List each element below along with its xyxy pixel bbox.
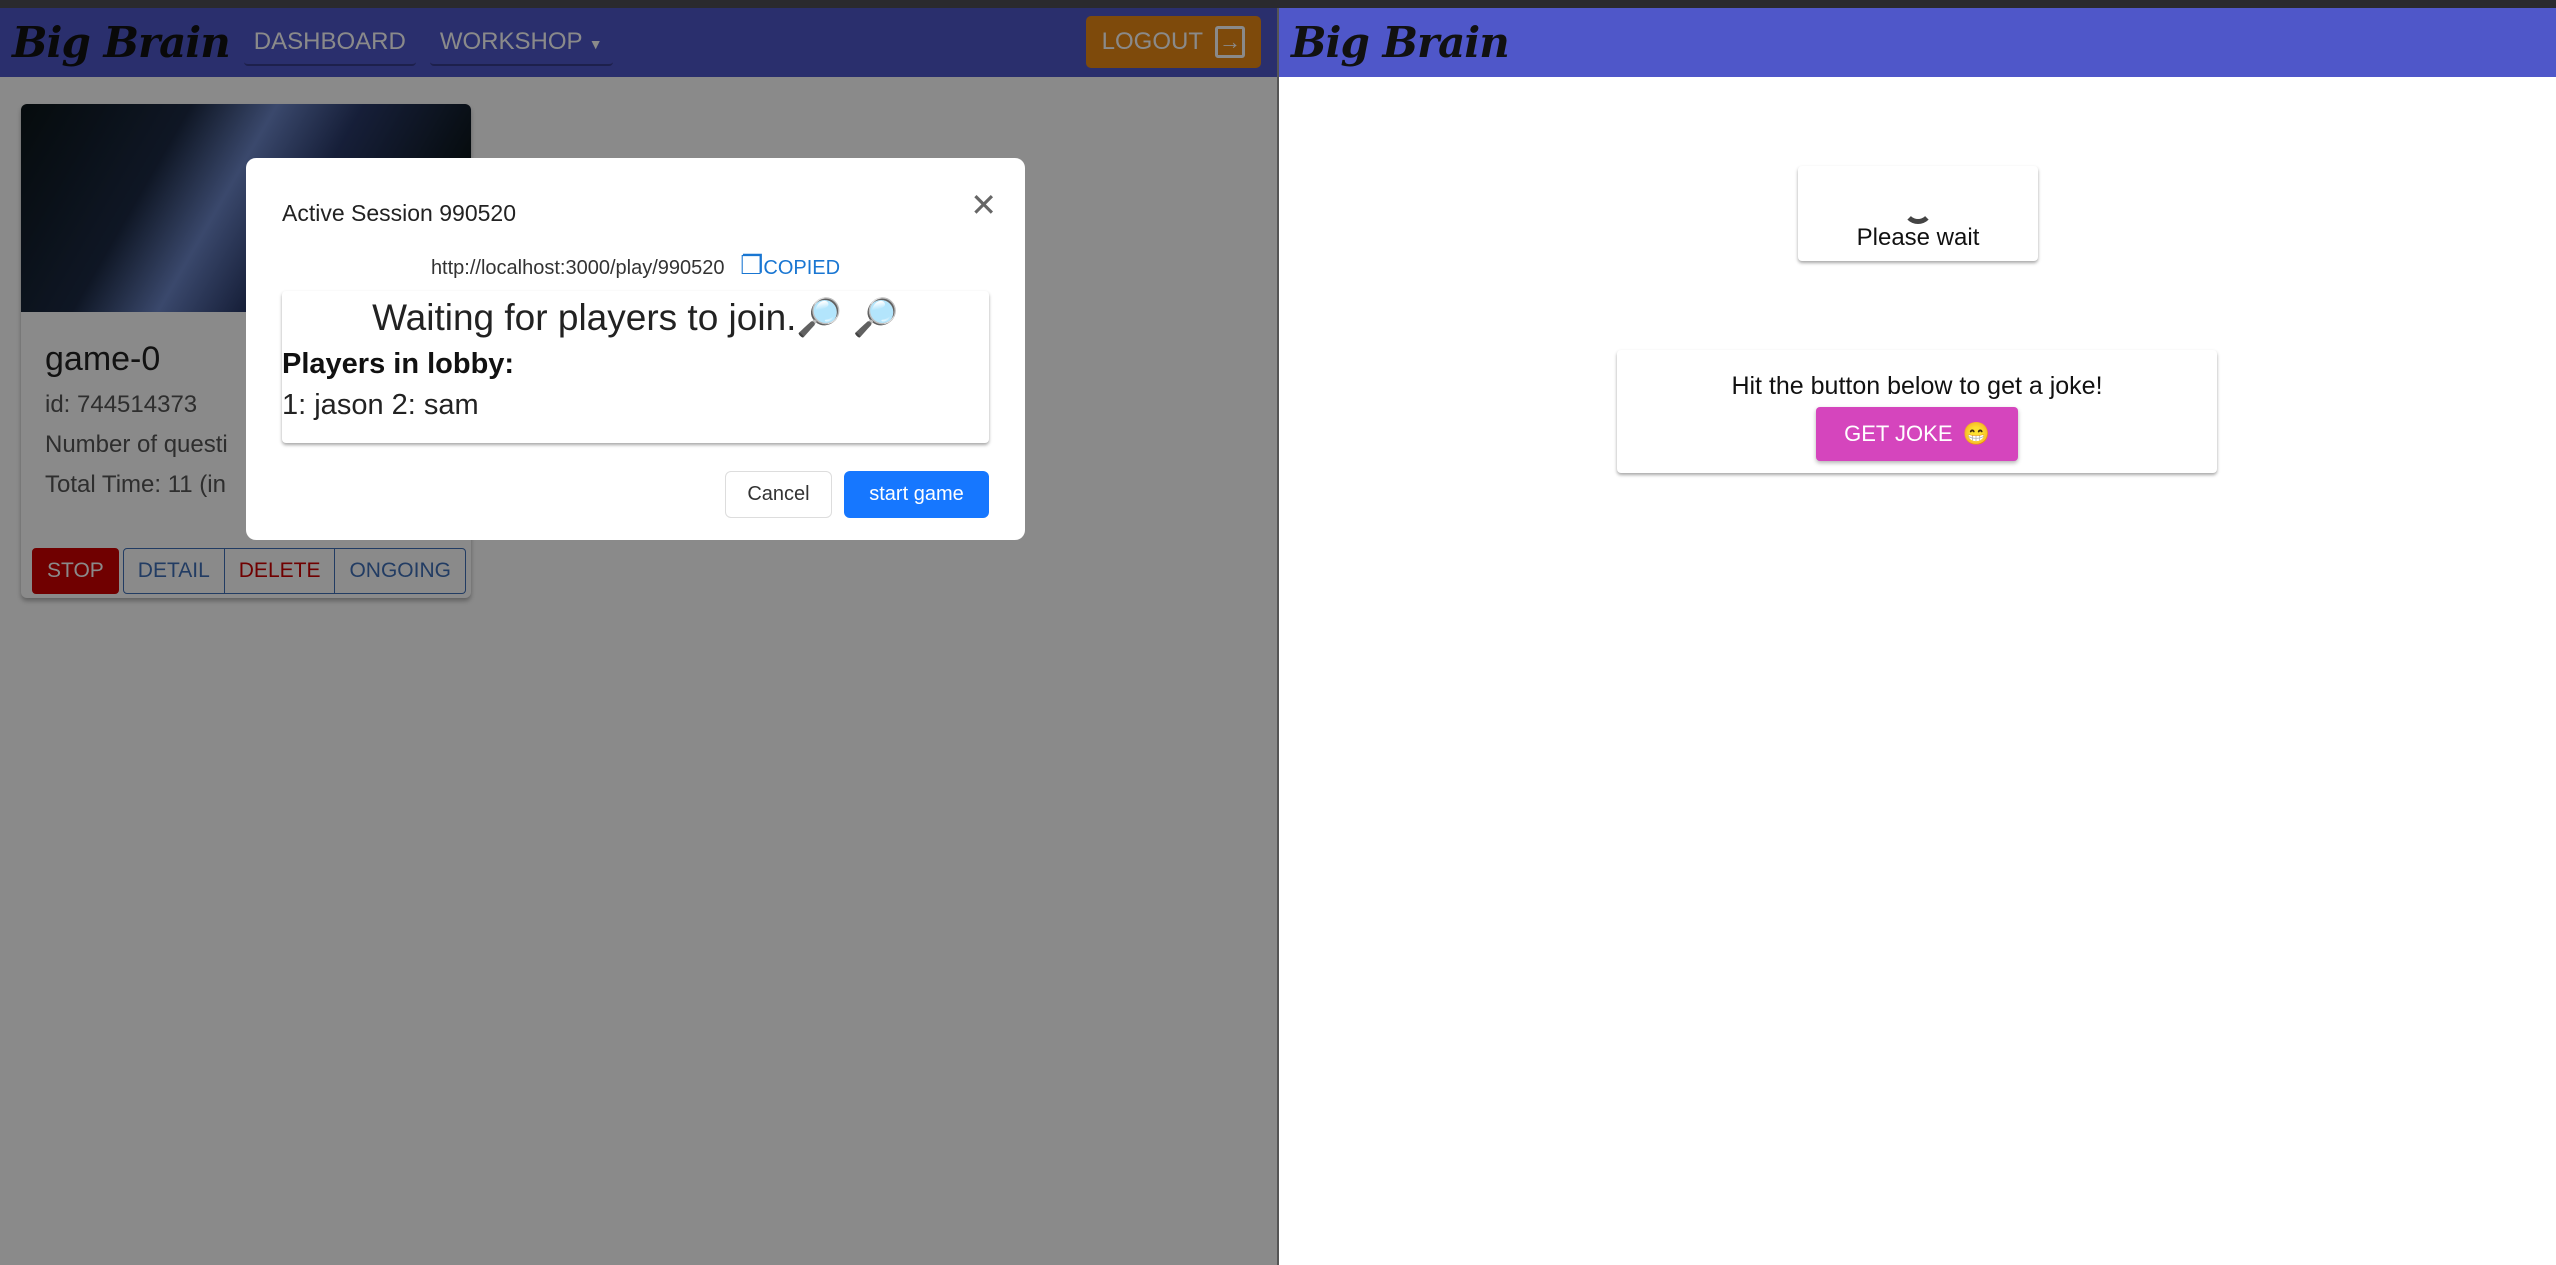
cancel-button[interactable]: Cancel	[725, 471, 832, 518]
lobby-panel: Waiting for players to join.🔎 🔎 Players …	[282, 291, 989, 443]
admin-window: Big Brain DASHBOARD WORKSHOP ▼ LOGOUT → g…	[0, 8, 1277, 1265]
start-game-button[interactable]: start game	[844, 471, 989, 518]
joke-card: Hit the button below to get a joke! GET …	[1617, 350, 2217, 473]
copied-label: COPIED	[763, 257, 841, 279]
session-url: http://localhost:3000/play/990520	[430, 257, 725, 279]
close-icon[interactable]: ✕	[970, 186, 997, 224]
player-window: Big Brain Please wait Hit the button bel…	[1277, 8, 2556, 1265]
waiting-text: Waiting for players to join.🔎 🔎	[372, 297, 899, 338]
spinner-icon	[1903, 194, 1933, 224]
grin-emoji-icon: 😁	[1962, 421, 1990, 446]
players-list: 1: jason 2: sam	[282, 389, 479, 421]
copy-button[interactable]: ❐COPIED	[740, 250, 841, 280]
modal-title: Active Session 990520	[282, 200, 516, 226]
logo: Big Brain	[1291, 18, 1510, 67]
get-joke-label: GET JOKE	[1844, 421, 1953, 446]
browser-top-strip	[0, 0, 2556, 8]
copy-icon: ❐	[740, 250, 764, 280]
session-modal: Active Session 990520 ✕ http://localhost…	[246, 158, 1025, 540]
players-label: Players in lobby:	[282, 348, 515, 380]
player-navbar: Big Brain	[1279, 8, 2556, 77]
loading-card: Please wait	[1798, 166, 2038, 261]
loading-text: Please wait	[1856, 224, 1980, 251]
get-joke-button[interactable]: GET JOKE 😁	[1816, 407, 2018, 461]
joke-prompt: Hit the button below to get a joke!	[1731, 372, 2103, 400]
